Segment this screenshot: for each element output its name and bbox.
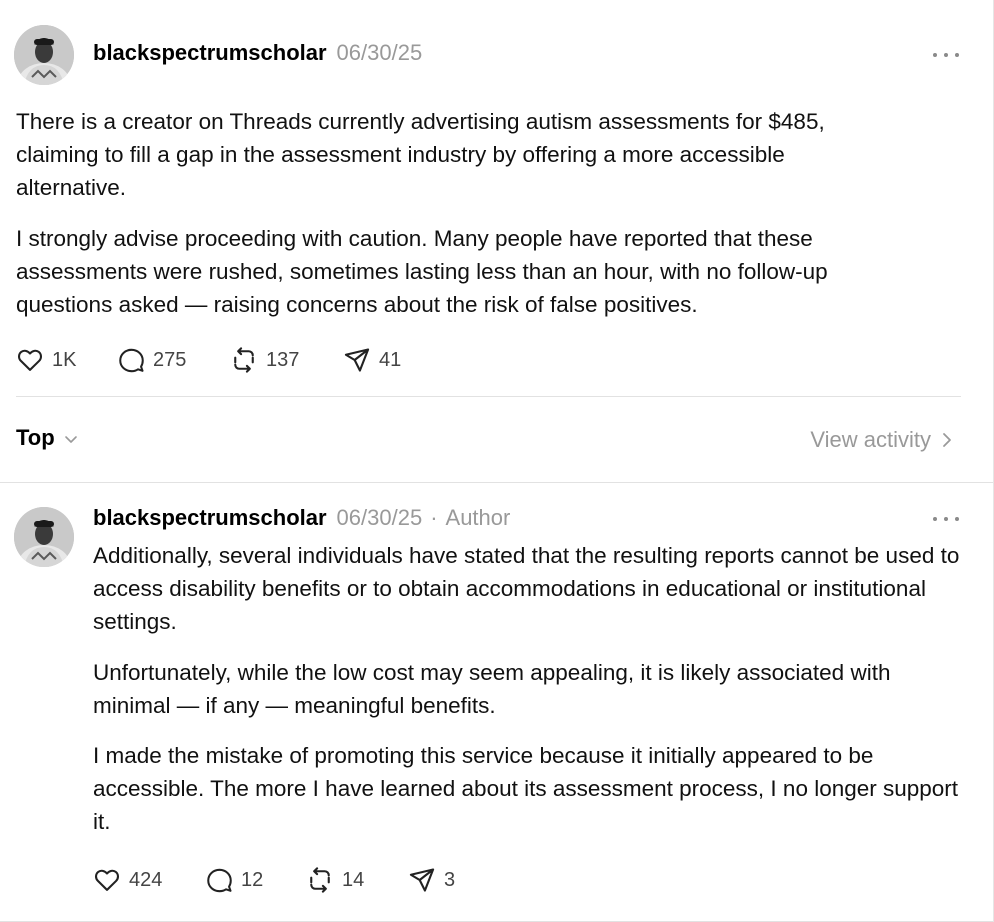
share-button[interactable]: 3: [408, 866, 455, 894]
heart-icon: [17, 349, 43, 371]
repost-icon: [310, 867, 330, 893]
like-button[interactable]: 424: [93, 866, 206, 894]
send-icon: [344, 348, 370, 372]
username[interactable]: blackspectrumscholar: [93, 40, 327, 66]
speech-bubble-icon: [119, 348, 144, 372]
reply-count: 12: [241, 868, 264, 891]
original-post: blackspectrumscholar 06/30/25 There is a…: [0, 0, 993, 395]
share-count: 41: [379, 348, 402, 371]
sort-dropdown[interactable]: Top: [16, 425, 79, 451]
repost-icon: [234, 347, 254, 373]
repost-button[interactable]: 14: [306, 866, 408, 894]
heart-icon: [94, 869, 120, 891]
post-date[interactable]: 06/30/25: [337, 40, 423, 66]
post-actions: 1K 275 137 41: [16, 346, 401, 374]
reply-paragraph: I made the mistake of promoting this ser…: [93, 743, 959, 834]
avatar[interactable]: [14, 25, 74, 85]
repost-count: 137: [266, 348, 300, 371]
more-dots-icon[interactable]: [933, 50, 959, 60]
post-header: blackspectrumscholar 06/30/25: [93, 40, 422, 66]
view-activity-link[interactable]: View activity: [810, 427, 955, 453]
reply-count: 275: [153, 348, 187, 371]
reply-button[interactable]: 12: [206, 867, 306, 894]
sort-label: Top: [16, 425, 55, 450]
reply-header: blackspectrumscholar 06/30/25 · Author: [93, 505, 510, 531]
more-dots-icon[interactable]: [933, 514, 959, 524]
reply-post: blackspectrumscholar 06/30/25 · Author A…: [0, 483, 993, 922]
post-paragraph: There is a creator on Threads currently …: [16, 109, 825, 200]
like-count: 1K: [52, 348, 77, 371]
view-activity-label: View activity: [810, 427, 931, 452]
reply-paragraph: Unfortunately, while the low cost may se…: [93, 660, 891, 718]
divider: [16, 396, 961, 397]
reply-actions: 424 12 14 3: [93, 866, 455, 894]
reply-button[interactable]: 275: [118, 347, 230, 374]
author-tag: Author: [445, 505, 511, 530]
repost-button[interactable]: 137: [230, 346, 343, 374]
chevron-down-icon: [64, 436, 77, 443]
reply-date[interactable]: 06/30/25: [337, 505, 423, 531]
share-button[interactable]: 41: [343, 346, 401, 374]
like-button[interactable]: 1K: [16, 346, 118, 374]
thread-view: blackspectrumscholar 06/30/25 There is a…: [0, 0, 994, 922]
avatar[interactable]: [14, 507, 74, 567]
separator-dot: ·: [430, 505, 438, 530]
chevron-right-icon: [943, 433, 951, 447]
speech-bubble-icon: [207, 868, 232, 892]
reply-paragraph: Additionally, several individuals have s…: [93, 543, 960, 634]
username[interactable]: blackspectrumscholar: [93, 505, 327, 531]
share-count: 3: [444, 868, 456, 891]
like-count: 424: [129, 868, 163, 891]
post-paragraph: I strongly advise proceeding with cautio…: [16, 226, 828, 317]
send-icon: [409, 868, 435, 892]
repost-count: 14: [342, 868, 365, 891]
